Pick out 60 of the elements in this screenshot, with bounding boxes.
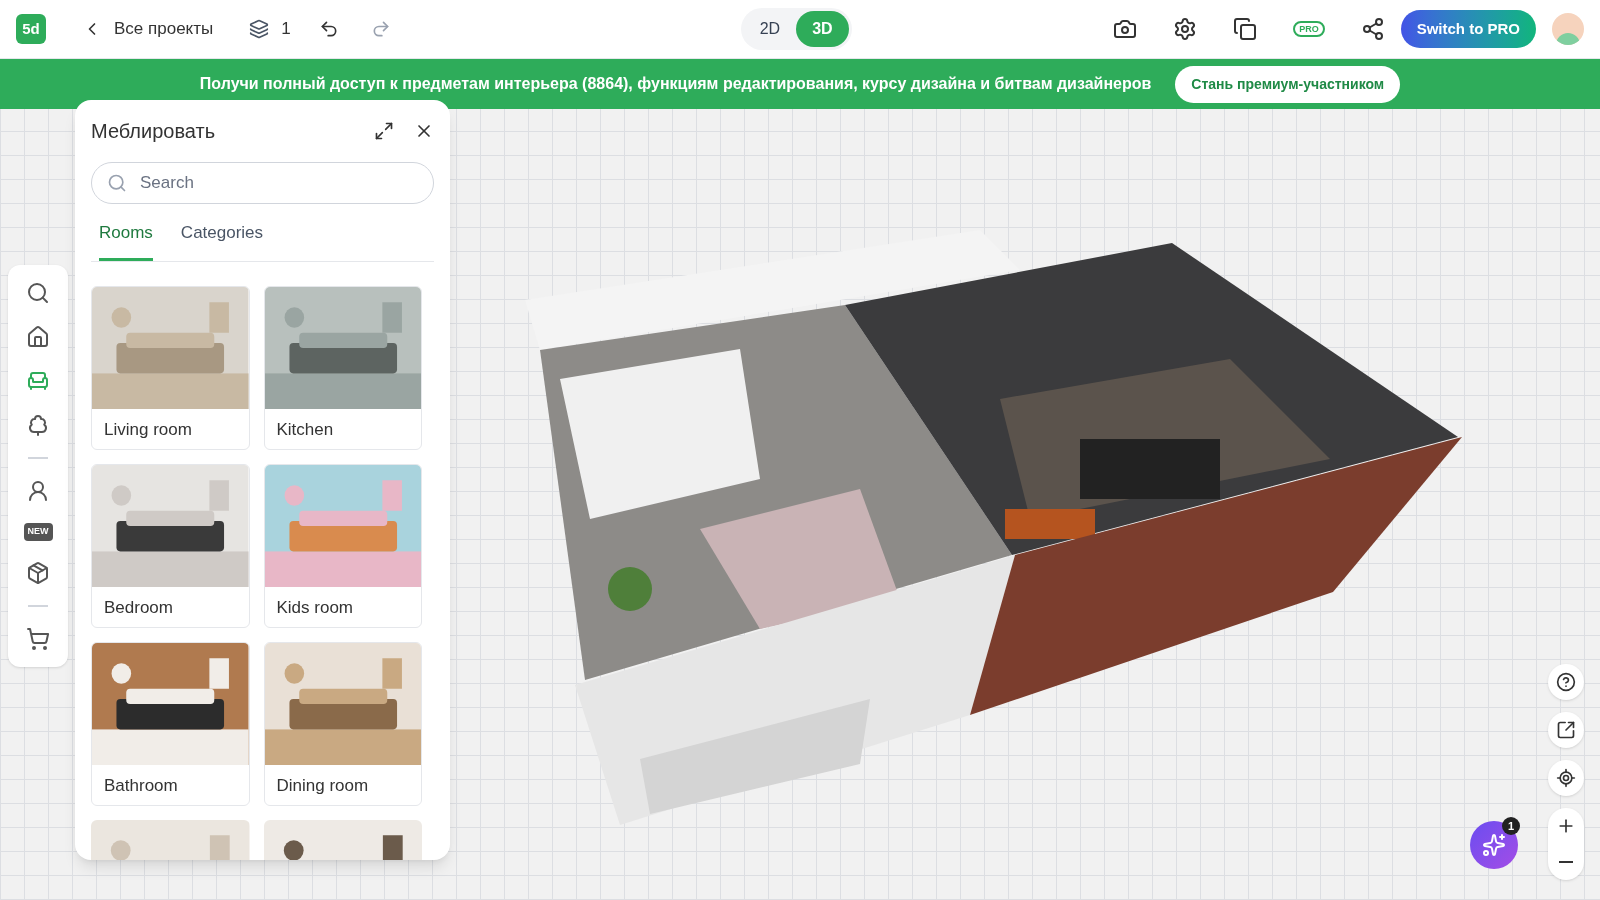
open-external-button[interactable]	[1548, 712, 1584, 748]
room-card[interactable]: Dining room	[263, 641, 422, 806]
layers-icon	[249, 19, 270, 39]
promo-text: Получи полный доступ к предметам интерьера (8864), функциям редактирования, курсу дизайна и битвам дизайнеров	[199, 74, 1152, 94]
room-card[interactable]: Bedroom	[91, 463, 250, 628]
person-icon	[26, 479, 50, 503]
camera-button[interactable]	[1113, 17, 1138, 41]
sparkles-icon	[1482, 833, 1506, 857]
toolbar-button[interactable]	[26, 325, 50, 349]
room-label: Bathroom	[103, 774, 179, 797]
undo-icon	[318, 19, 339, 39]
view-mode-tab[interactable]: 2D	[743, 11, 797, 47]
notification-badge: 1	[1502, 817, 1520, 835]
armchair-icon	[26, 369, 50, 393]
room-label: Living room	[103, 418, 193, 441]
undo-button[interactable]	[318, 19, 339, 39]
copy-button[interactable]	[1233, 17, 1258, 41]
room-label: Bedroom	[103, 596, 174, 619]
assistant-button[interactable]	[1470, 821, 1518, 869]
search-icon	[26, 281, 50, 305]
toolbar-button[interactable]	[26, 560, 50, 585]
help-icon	[1556, 672, 1576, 692]
help-button[interactable]	[1548, 664, 1584, 700]
upgrade-button[interactable]: Switch to PRO	[1400, 10, 1536, 48]
share-button[interactable]	[1360, 17, 1385, 41]
floors-button[interactable]: 1	[249, 16, 291, 42]
cart-icon	[26, 626, 50, 651]
expand-button[interactable]	[374, 121, 394, 141]
toolbar-button[interactable]	[26, 281, 50, 305]
premium-button[interactable]: Стань премиум-участником	[1175, 65, 1401, 103]
expand-icon	[374, 121, 394, 141]
crosshair-icon	[1556, 768, 1576, 788]
room-label: Dining room	[275, 774, 370, 797]
toolbar-button[interactable]	[26, 626, 50, 651]
panel-tab[interactable]: Categories	[180, 220, 264, 261]
toolbar-button[interactable]	[26, 479, 50, 503]
minus-icon	[1559, 861, 1573, 863]
room-card[interactable]: Bathroom	[91, 641, 250, 806]
share-icon	[1360, 17, 1385, 41]
room-label: Kitchen	[275, 418, 335, 441]
new-items-button[interactable]: NEW	[23, 523, 53, 541]
settings-button[interactable]	[1173, 17, 1198, 41]
room-label: Kids room	[275, 596, 355, 619]
search-field[interactable]: Search	[91, 162, 434, 204]
room-card[interactable]: Kitchen	[263, 285, 422, 450]
house-icon	[26, 325, 50, 349]
toolbar-button[interactable]	[26, 413, 50, 437]
locate-button[interactable]	[1548, 760, 1584, 796]
box-icon	[26, 560, 50, 585]
room-card[interactable]: Kids room	[263, 463, 422, 628]
tree-icon	[26, 413, 50, 437]
panel-tab[interactable]: Rooms	[99, 220, 153, 261]
external-link-icon	[1556, 720, 1576, 740]
camera-icon	[1113, 17, 1138, 41]
copy-icon	[1233, 17, 1258, 41]
back-button[interactable]: Все проекты	[82, 16, 214, 42]
search-icon	[107, 173, 127, 193]
panel-title: Меблировать	[91, 119, 216, 144]
settings-icon	[1173, 17, 1198, 41]
room-card[interactable]: Living room	[91, 285, 250, 450]
